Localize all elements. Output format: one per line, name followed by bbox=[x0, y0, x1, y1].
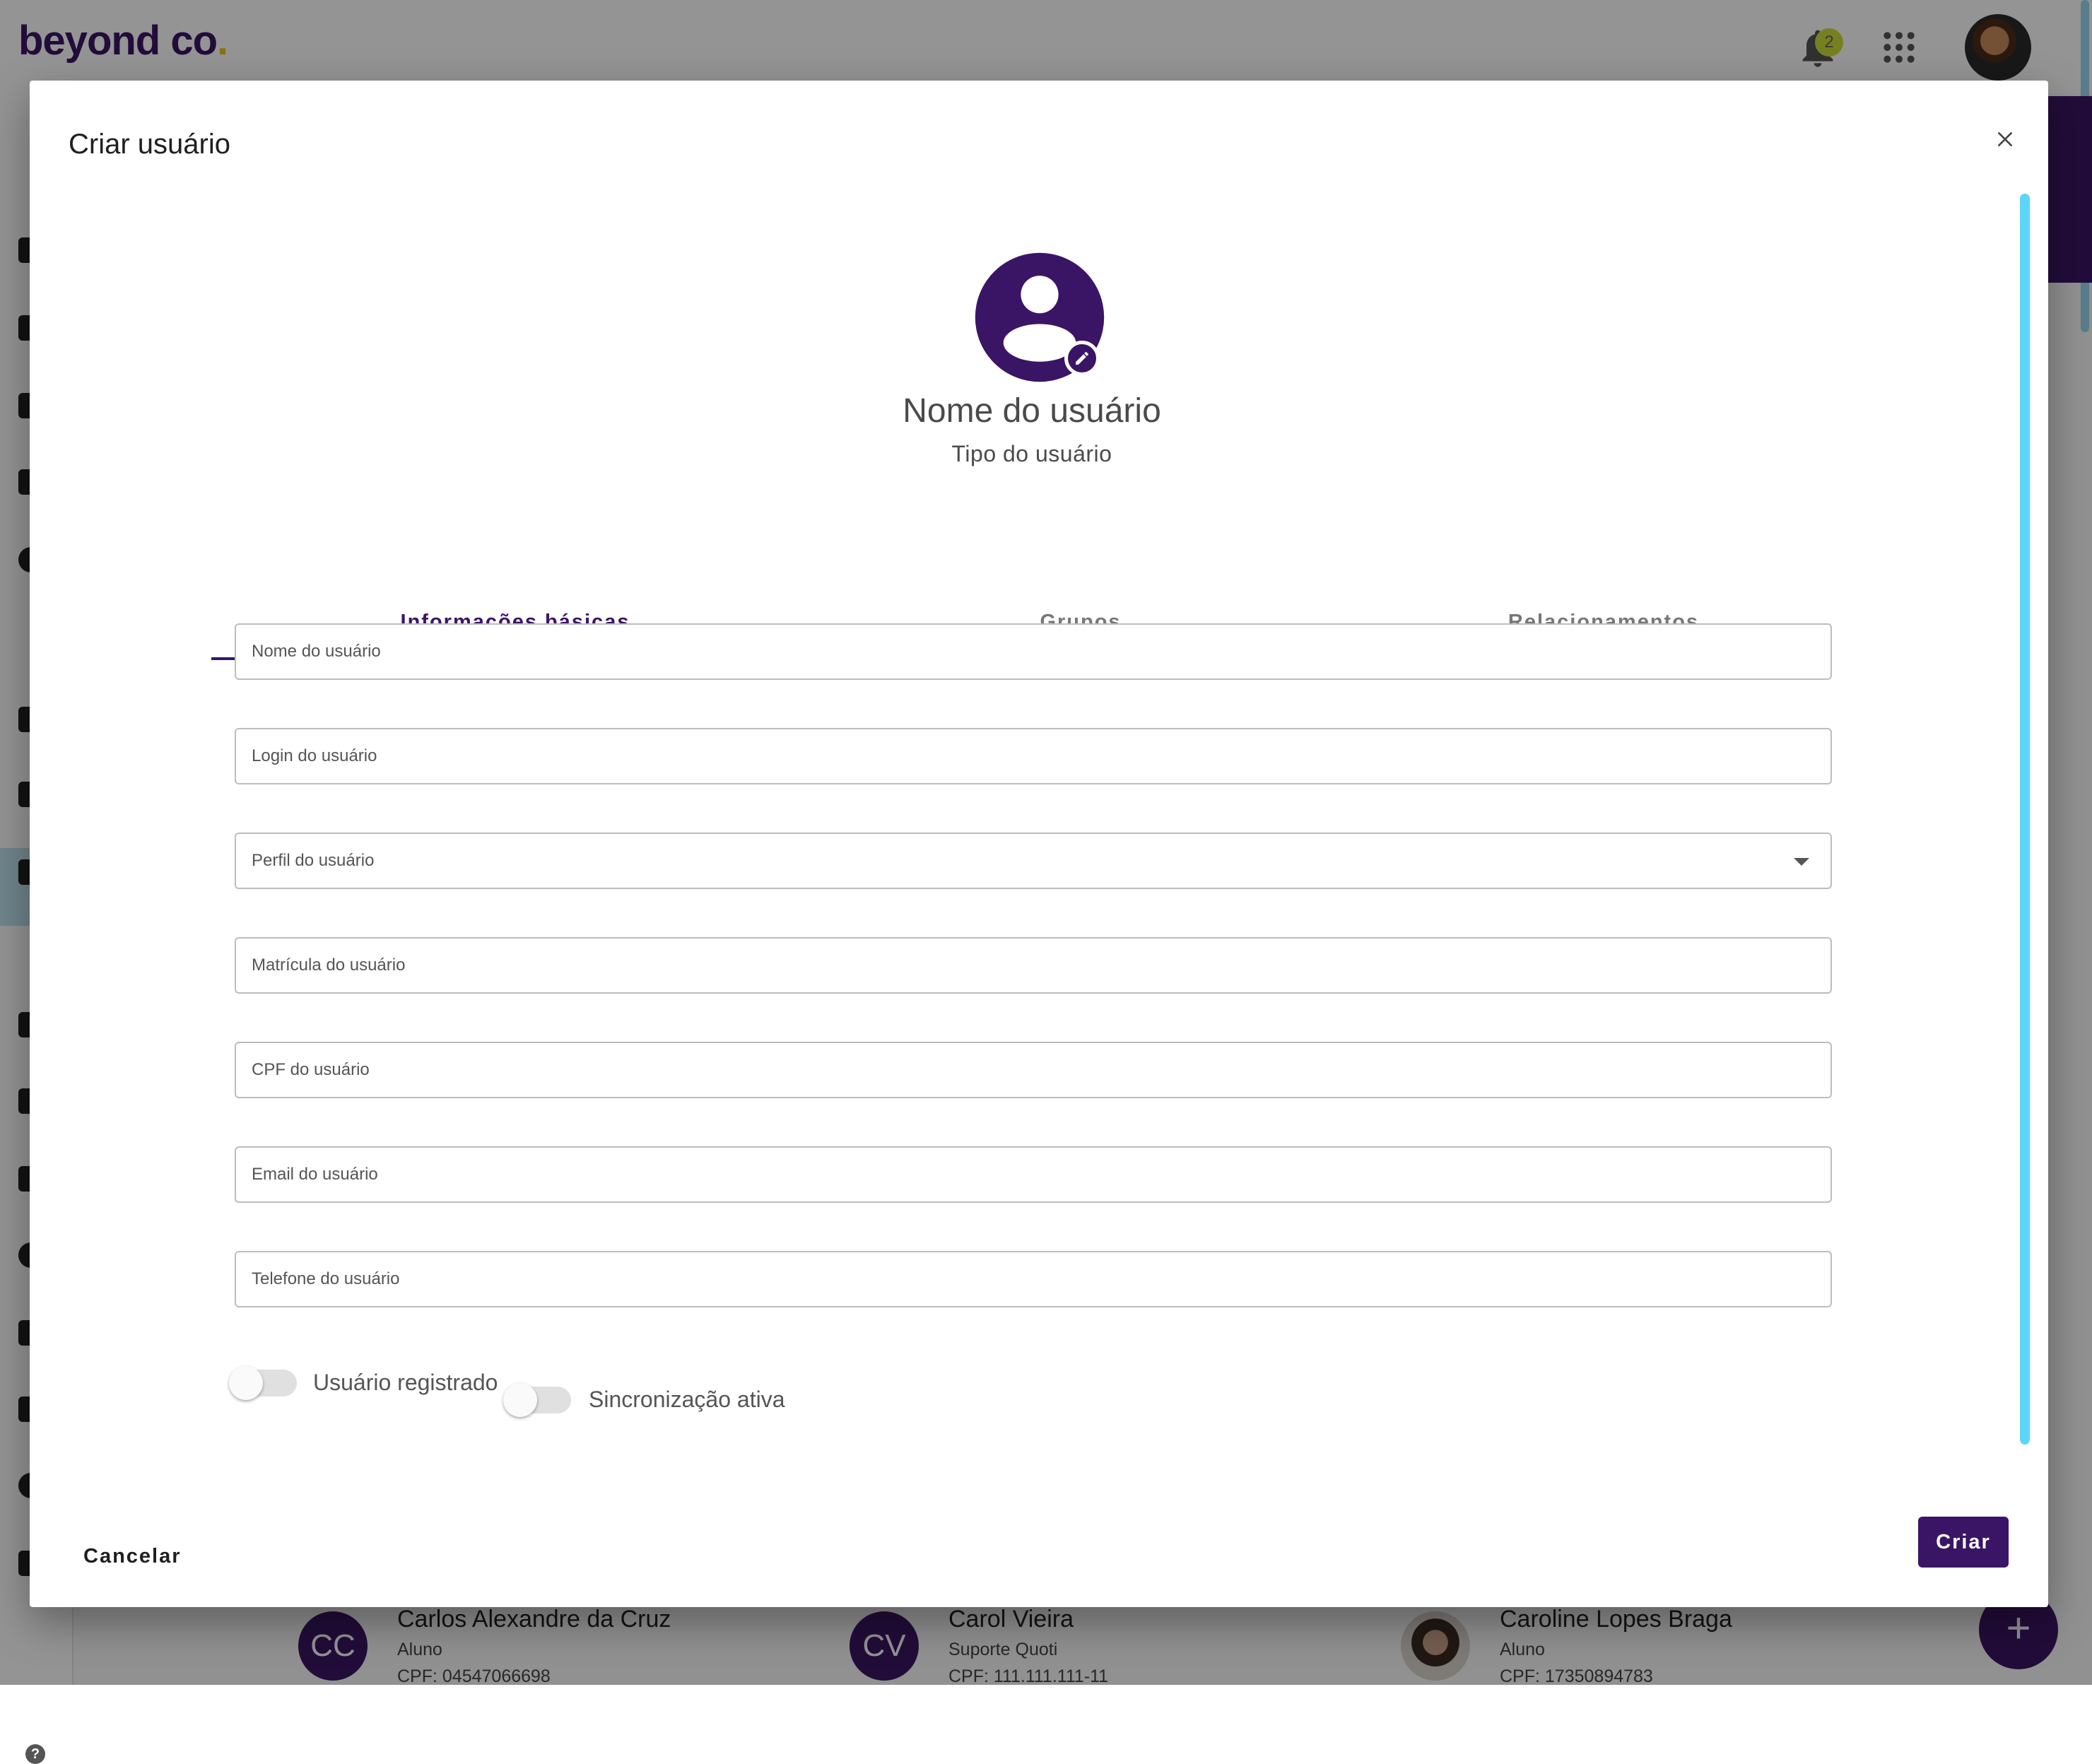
create-user-dialog: Criar usuário Nome do usuário Tipo do us… bbox=[30, 81, 2048, 1607]
user-login-field[interactable] bbox=[235, 728, 1832, 784]
create-button[interactable]: Criar bbox=[1918, 1517, 2009, 1568]
sync-active-toggle[interactable] bbox=[503, 1381, 571, 1419]
user-profile-select[interactable]: Perfil do usuário bbox=[235, 833, 1832, 889]
user-profile-select-label: Perfil do usuário bbox=[252, 834, 374, 888]
registered-user-label: Usuário registrado bbox=[313, 1370, 498, 1396]
user-phone-input[interactable] bbox=[236, 1252, 1830, 1306]
toggle-thumb bbox=[229, 1366, 263, 1400]
user-registration-field[interactable] bbox=[235, 937, 1832, 994]
profile-name-preview: Nome do usuário bbox=[30, 392, 2034, 430]
user-phone-field[interactable] bbox=[235, 1251, 1832, 1307]
close-button[interactable] bbox=[1980, 114, 2030, 164]
cancel-button[interactable]: Cancelar bbox=[72, 1535, 193, 1577]
user-email-input[interactable] bbox=[236, 1148, 1830, 1201]
close-icon bbox=[1996, 130, 2014, 148]
user-email-field[interactable] bbox=[235, 1146, 1832, 1203]
dialog-scrollbar[interactable] bbox=[2020, 194, 2030, 1445]
user-cpf-field[interactable] bbox=[235, 1042, 1832, 1098]
dropdown-arrow-icon bbox=[1794, 858, 1809, 866]
user-name-field[interactable] bbox=[235, 623, 1832, 680]
sync-active-label: Sincronização ativa bbox=[589, 1387, 784, 1413]
profile-type-preview: Tipo do usuário bbox=[30, 441, 2034, 467]
user-login-input[interactable] bbox=[236, 729, 1830, 783]
registered-user-toggle[interactable] bbox=[229, 1364, 297, 1402]
user-name-input[interactable] bbox=[236, 625, 1830, 678]
toggle-thumb bbox=[503, 1383, 537, 1417]
edit-avatar-button[interactable] bbox=[1064, 341, 1100, 376]
help-icon[interactable]: ? bbox=[25, 1744, 45, 1764]
dialog-title: Criar usuário bbox=[69, 129, 230, 160]
pencil-icon bbox=[1074, 350, 1091, 367]
user-cpf-input[interactable] bbox=[236, 1043, 1830, 1097]
user-registration-input[interactable] bbox=[236, 939, 1830, 992]
